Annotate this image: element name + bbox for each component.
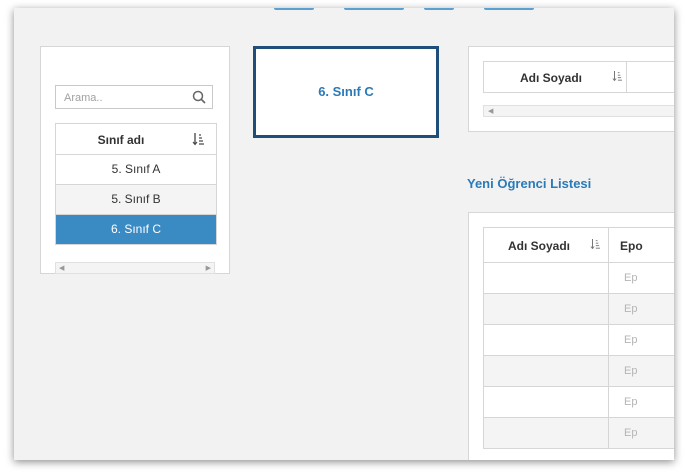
arrow-right-icon[interactable]: ▶ bbox=[206, 264, 211, 272]
table-row[interactable]: Ep bbox=[484, 356, 674, 387]
name-cell[interactable] bbox=[484, 418, 609, 448]
email-cell[interactable]: Ep bbox=[624, 365, 640, 377]
table-row[interactable]: Ep bbox=[484, 387, 674, 418]
class-row[interactable]: 5. Sınıf B bbox=[56, 185, 216, 215]
email-cell[interactable]: Ep bbox=[624, 396, 640, 408]
horizontal-scrollbar[interactable]: ◀ bbox=[483, 105, 674, 117]
table-row[interactable]: Ep bbox=[484, 263, 674, 294]
name-column-label: Adı Soyadı bbox=[508, 239, 571, 253]
arrow-left-icon[interactable]: ◀ bbox=[59, 264, 64, 272]
class-list-panel: Sınıf adı 5. Sınıf A 5. Sınıf B 6. Sınıf… bbox=[40, 46, 230, 274]
sort-icon[interactable] bbox=[612, 70, 624, 84]
selected-class-label: 6. Sınıf C bbox=[318, 84, 374, 99]
email-cell[interactable]: Ep bbox=[624, 427, 640, 439]
email-cell[interactable]: Ep bbox=[624, 303, 640, 315]
new-student-list-title: Yeni Öğrenci Listesi bbox=[467, 176, 592, 191]
class-row-selected[interactable]: 6. Sınıf C bbox=[56, 215, 216, 245]
sort-icon[interactable] bbox=[590, 238, 602, 252]
class-name-column-header[interactable]: Sınıf adı bbox=[56, 133, 186, 147]
student-table: Adı Soyadı bbox=[483, 61, 674, 93]
new-student-table: Adı Soyadı Epo Ep Ep Ep Ep Ep Ep bbox=[483, 227, 674, 449]
name-column-header[interactable]: Adı Soyadı bbox=[484, 228, 609, 262]
class-row[interactable]: 5. Sınıf A bbox=[56, 155, 216, 185]
table-row[interactable]: Ep bbox=[484, 418, 674, 449]
search-box[interactable] bbox=[55, 85, 213, 109]
class-table-header[interactable]: Sınıf adı bbox=[56, 124, 216, 155]
table-row[interactable]: Ep bbox=[484, 325, 674, 356]
name-cell[interactable] bbox=[484, 356, 609, 386]
arrow-left-icon[interactable]: ◀ bbox=[488, 107, 493, 115]
sort-icon[interactable] bbox=[192, 132, 204, 146]
table-row[interactable]: Ep bbox=[484, 294, 674, 325]
email-column-header[interactable]: Epo bbox=[620, 239, 643, 253]
name-cell[interactable] bbox=[484, 294, 609, 324]
search-icon[interactable] bbox=[192, 90, 206, 104]
header-text-remnant bbox=[214, 8, 574, 18]
new-student-table-header: Adı Soyadı Epo bbox=[484, 228, 674, 263]
name-column-header[interactable]: Adı Soyadı bbox=[484, 62, 627, 92]
class-table: Sınıf adı 5. Sınıf A 5. Sınıf B 6. Sınıf… bbox=[55, 123, 217, 245]
name-column-label: Adı Soyadı bbox=[520, 71, 583, 85]
app-window: Sınıf adı 5. Sınıf A 5. Sınıf B 6. Sınıf… bbox=[14, 8, 674, 460]
name-cell[interactable] bbox=[484, 263, 609, 293]
name-cell[interactable] bbox=[484, 387, 609, 417]
new-student-table-panel: Adı Soyadı Epo Ep Ep Ep Ep Ep Ep bbox=[468, 212, 674, 460]
horizontal-scrollbar[interactable]: ◀ ▶ bbox=[55, 262, 215, 274]
search-input[interactable] bbox=[62, 87, 186, 109]
selected-class-box[interactable]: 6. Sınıf C bbox=[253, 46, 439, 138]
email-cell[interactable]: Ep bbox=[624, 272, 640, 284]
student-table-panel: Adı Soyadı ◀ bbox=[468, 46, 674, 132]
name-cell[interactable] bbox=[484, 325, 609, 355]
email-cell[interactable]: Ep bbox=[624, 334, 640, 346]
